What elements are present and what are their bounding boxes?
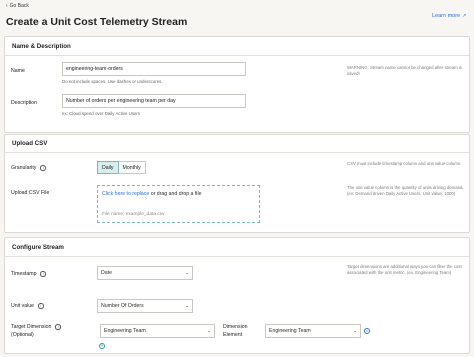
info-icon[interactable]: i — [40, 271, 46, 277]
name-input[interactable]: engineering-team-orders — [62, 62, 246, 76]
csv-dropzone[interactable]: Click here to replace or drag and drop a… — [97, 185, 260, 223]
go-back-link[interactable]: ‹ Go Back — [6, 3, 29, 9]
description-input[interactable]: Number of orders per engineering team pe… — [62, 94, 246, 108]
dimension-element-label-line2: Element — [223, 332, 243, 338]
chevron-down-icon: ⌄ — [185, 270, 189, 275]
info-icon[interactable]: i — [38, 303, 44, 309]
learn-more-link[interactable]: Learn more ↗ — [432, 13, 466, 19]
granularity-monthly-button[interactable]: Monthly — [119, 162, 145, 173]
info-icon[interactable]: i — [40, 165, 46, 171]
upload-note: The unit value column is the quantity of… — [347, 185, 464, 196]
dropzone-text: Click here to replace or drag and drop a… — [102, 191, 202, 197]
unit-value-label: Unit value — [11, 303, 35, 309]
section-title-name-description: Name & Description — [5, 37, 469, 56]
target-dimension-optional: (Optional) — [11, 332, 34, 338]
description-label: Description — [11, 100, 37, 106]
go-back-label: Go Back — [9, 3, 29, 9]
page-title: Create a Unit Cost Telemetry Stream — [6, 16, 188, 28]
drag-drop-text: or drag and drop a file — [149, 191, 202, 197]
chevron-down-icon: ⌄ — [185, 303, 189, 308]
name-warning-note: WARNING: Stream name cannot be changed a… — [347, 65, 462, 76]
dimension-element-select[interactable]: Engineering Team ⌄ — [265, 324, 361, 338]
granularity-label-row: Granularity i — [11, 165, 46, 171]
upload-csv-label: Upload CSV File — [11, 190, 50, 196]
timestamp-select[interactable]: Date ⌄ — [97, 266, 193, 280]
timestamp-value: Date — [101, 270, 112, 276]
timestamp-label: Timestamp — [11, 271, 37, 277]
add-dimension-icon[interactable]: + — [99, 343, 105, 349]
target-dimension-value: Engineering Team — [104, 328, 146, 334]
timestamp-label-row: Timestamp i — [11, 271, 46, 277]
description-helper: ex: Cloud spend over Daily Active Users — [62, 111, 141, 116]
upload-csv-card: Upload CSV Granularity i Daily Monthly C… — [4, 134, 470, 233]
unit-value-value: Number Of Orders — [101, 303, 144, 309]
granularity-daily-button[interactable]: Daily — [97, 161, 119, 174]
unit-value-label-row: Unit value i — [11, 303, 44, 309]
name-helper: Do not include spaces. Use dashes or und… — [62, 79, 163, 84]
target-dimension-label: Target Dimension — [11, 324, 52, 330]
section-title-upload-csv: Upload CSV — [5, 135, 469, 153]
dimension-element-value: Engineering Team — [269, 328, 311, 334]
name-description-card: Name & Description Name engineering-team… — [4, 36, 470, 133]
timestamp-note: Target dimensions are additional ways yo… — [347, 264, 462, 275]
external-link-icon: ↗ — [462, 13, 467, 19]
configure-stream-card: Configure Stream Timestamp i Date ⌄ Targ… — [4, 237, 470, 354]
section-title-configure-stream: Configure Stream — [5, 238, 469, 257]
target-dimension-label-row: Target Dimension i — [11, 324, 61, 330]
granularity-note: CSV must include timestamp column and un… — [347, 161, 462, 166]
remove-dimension-icon[interactable]: × — [364, 328, 370, 334]
granularity-label: Granularity — [11, 165, 37, 171]
info-icon[interactable]: i — [55, 324, 61, 330]
file-name-text: File name: example_data.csv — [102, 212, 165, 217]
replace-file-link[interactable]: Click here to replace — [102, 191, 149, 197]
granularity-toggle: Daily Monthly — [97, 161, 146, 174]
name-label: Name — [11, 68, 25, 74]
chevron-down-icon: ⌄ — [207, 328, 211, 333]
chevron-left-icon: ‹ — [6, 3, 8, 9]
target-dimension-select[interactable]: Engineering Team ⌄ — [100, 324, 215, 338]
learn-more-label: Learn more — [432, 13, 461, 19]
dimension-element-label-line1: Dimension — [223, 324, 248, 330]
chevron-down-icon: ⌄ — [353, 328, 357, 333]
unit-value-select[interactable]: Number Of Orders ⌄ — [97, 299, 193, 313]
